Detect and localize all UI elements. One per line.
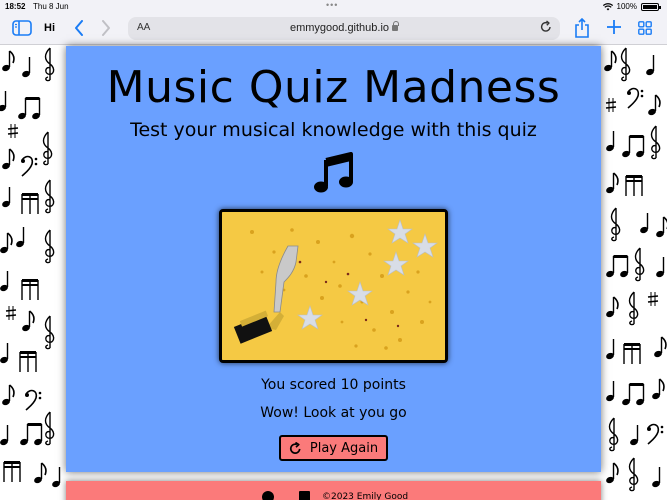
new-tab-plus-icon[interactable] (605, 16, 623, 38)
play-again-button[interactable]: Play Again (279, 435, 388, 461)
music-note-icon (313, 152, 355, 194)
score-message: Wow! Look at you go (260, 405, 407, 421)
multitasking-dots-icon[interactable]: ••• (326, 0, 338, 10)
tab-group-label[interactable]: Hi (44, 22, 55, 34)
status-bar: 18:52 Thu 8 Jun ••• 100% (0, 0, 667, 13)
copyright-text: ©2023 Emily Good (322, 492, 409, 500)
share-icon[interactable] (574, 18, 590, 38)
back-arrow-icon[interactable] (72, 18, 86, 38)
status-date: Thu 8 Jun (33, 2, 69, 11)
site-footer: ©2023 Emily Good (66, 481, 601, 500)
github-icon[interactable] (262, 491, 274, 500)
wifi-icon (602, 2, 613, 10)
play-again-label: Play Again (309, 440, 379, 456)
page-subtitle: Test your musical knowledge with this qu… (130, 119, 537, 141)
battery-icon (641, 2, 661, 11)
redo-icon (289, 441, 301, 454)
url-text: emmygood.github.io (289, 22, 390, 34)
page-title: Music Quiz Madness (106, 62, 561, 113)
quiz-result-card: Music Quiz Madness Test your musical kno… (66, 46, 601, 472)
score-text: You scored 10 points (261, 377, 406, 393)
status-indicators: 100% (602, 2, 661, 11)
battery-percent: 100% (616, 2, 637, 11)
address-bar[interactable]: AA emmygood.github.io (128, 17, 560, 40)
reload-icon[interactable] (540, 20, 552, 36)
lock-icon (392, 21, 400, 31)
sidebar-icon[interactable] (12, 20, 32, 36)
url-display[interactable]: emmygood.github.io (128, 21, 560, 34)
trophy-celebration-image (219, 209, 448, 363)
browser-toolbar: Hi AA emmygood.github.io (0, 13, 667, 45)
linkedin-icon[interactable] (299, 491, 310, 500)
forward-arrow-icon[interactable] (99, 18, 113, 38)
tab-overview-icon[interactable] (638, 21, 652, 35)
status-time: 18:52 (5, 2, 26, 11)
